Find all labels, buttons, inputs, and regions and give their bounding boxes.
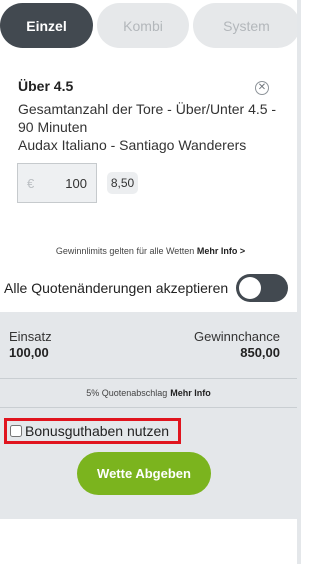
- place-bet-button[interactable]: Wette Abgeben: [77, 452, 211, 495]
- toggle-knob: [239, 277, 261, 299]
- potential-win-label: Gewinnchance: [194, 329, 280, 344]
- bonus-checkbox[interactable]: [10, 425, 22, 437]
- accept-odds-changes-toggle[interactable]: [236, 274, 288, 302]
- scrollbar-track: [297, 0, 301, 564]
- discount-text: 5% Quotenabschlag: [86, 388, 168, 398]
- bet-type-tabs: Einzel Kombi System: [0, 0, 301, 50]
- close-circle-icon[interactable]: ✕: [255, 81, 269, 95]
- tab-einzel[interactable]: Einzel: [0, 3, 93, 48]
- tab-system[interactable]: System: [193, 3, 300, 48]
- stake-input[interactable]: € 100: [17, 163, 97, 203]
- stake-total: 100,00: [9, 345, 49, 360]
- bonus-checkbox-row[interactable]: Bonusguthaben nutzen: [4, 418, 181, 444]
- odds-badge: 8,50: [107, 172, 138, 194]
- bet-market: Gesamtanzahl der Tore - Über/Unter 4.5 -…: [18, 101, 277, 135]
- limits-more-info-link[interactable]: Mehr Info >: [197, 246, 245, 256]
- bonus-label: Bonusguthaben nutzen: [25, 423, 170, 439]
- potential-win-value: 850,00: [240, 345, 280, 360]
- limits-note: Gewinnlimits gelten für alle Wetten Mehr…: [0, 246, 301, 256]
- currency-symbol: €: [27, 175, 35, 191]
- summary-totals: Einsatz 100,00 Gewinnchance 850,00: [0, 312, 297, 379]
- limits-text: Gewinnlimits gelten für alle Wetten: [55, 246, 195, 256]
- odds-discount-note: 5% Quotenabschlag Mehr Info: [0, 379, 297, 408]
- bet-event: Audax Italiano - Santiago Wanderers: [18, 137, 247, 153]
- bet-slip-item: Über 4.5 Gesamtanzahl der Tore - Über/Un…: [18, 78, 283, 154]
- stake-value: 100: [65, 175, 87, 191]
- accept-odds-changes-label: Alle Quotenänderungen akzeptieren: [4, 280, 229, 296]
- stake-label: Einsatz: [9, 329, 52, 344]
- discount-more-info-link[interactable]: Mehr Info: [170, 388, 211, 398]
- tab-kombi[interactable]: Kombi: [97, 3, 189, 48]
- bet-selection: Über 4.5: [18, 78, 74, 94]
